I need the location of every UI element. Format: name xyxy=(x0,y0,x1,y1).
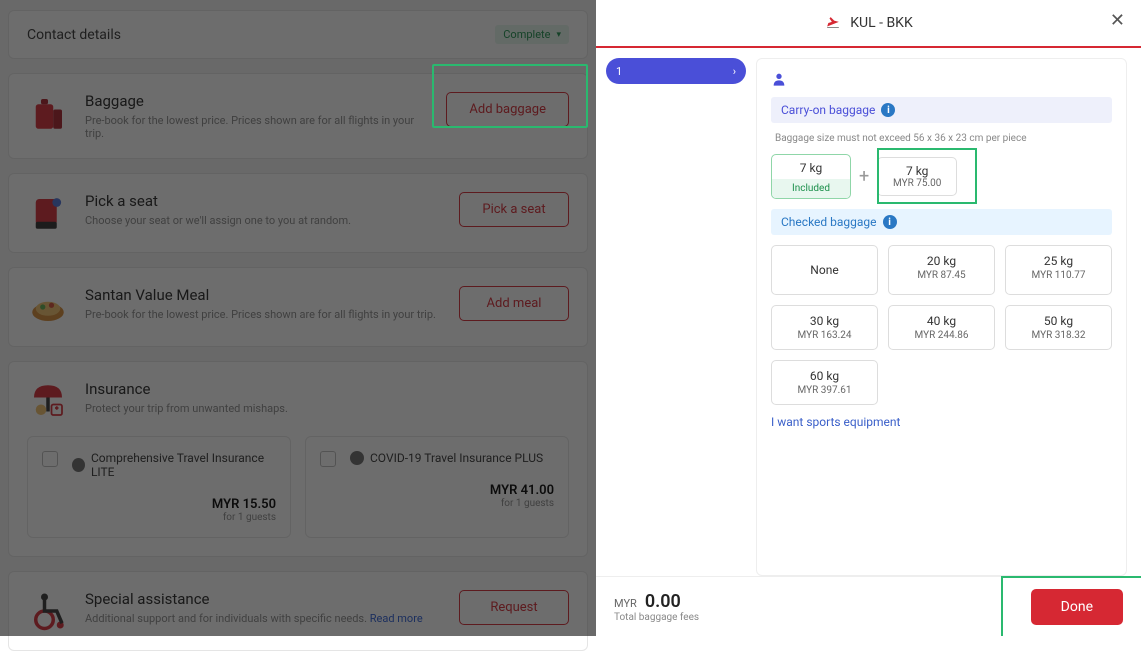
checked-options-grid: None20 kgMYR 87.4525 kgMYR 110.77 30 kgMY… xyxy=(771,245,1112,405)
carry-on-included-weight: 7 kg xyxy=(782,161,840,175)
total-currency: MYR xyxy=(614,597,637,610)
carry-on-size-hint: Baggage size must not exceed 56 x 36 x 2… xyxy=(771,133,1112,144)
done-button[interactable]: Done xyxy=(1031,589,1123,625)
carry-on-extra-price: 75.00 xyxy=(916,178,941,189)
baggage-drawer: KUL - BKK ✕ 1 › Carry-on baggage i Bagga… xyxy=(596,0,1141,636)
checked-header-label: Checked baggage xyxy=(781,215,877,229)
drawer-footer: MYR 0.00 Total baggage fees Done xyxy=(596,576,1141,636)
plus-icon: + xyxy=(859,166,869,187)
drawer-header: KUL - BKK ✕ xyxy=(596,0,1141,48)
checked-option-25kg[interactable]: 25 kgMYR 110.77 xyxy=(1005,245,1112,295)
info-icon[interactable]: i xyxy=(883,215,897,229)
checked-option-20kg[interactable]: 20 kgMYR 87.45 xyxy=(888,245,995,295)
carry-on-header-label: Carry-on baggage xyxy=(781,103,875,117)
carry-on-extra-currency: MYR xyxy=(893,178,914,189)
total-label: Total baggage fees xyxy=(614,612,699,623)
total-value: 0.00 xyxy=(645,591,681,612)
close-icon[interactable]: ✕ xyxy=(1110,10,1125,31)
baggage-options-panel: Carry-on baggage i Baggage size must not… xyxy=(756,58,1127,576)
checked-baggage-header: Checked baggage i xyxy=(771,209,1112,235)
carry-on-header: Carry-on baggage i xyxy=(771,97,1112,123)
passenger-pill-number: 1 xyxy=(616,65,622,78)
person-icon xyxy=(771,71,1112,87)
carry-on-included-tile[interactable]: 7 kg Included xyxy=(771,154,851,199)
checked-option-60kg[interactable]: 60 kgMYR 397.61 xyxy=(771,360,878,405)
plane-departure-icon xyxy=(824,16,842,30)
drawer-route-text: KUL - BKK xyxy=(850,15,913,31)
carry-on-included-label: Included xyxy=(772,179,850,198)
guide-highlight-add-baggage xyxy=(432,64,588,128)
checked-option-40kg[interactable]: 40 kgMYR 244.86 xyxy=(888,305,995,350)
carry-on-extra-tile[interactable]: 7 kg MYR 75.00 xyxy=(877,157,957,196)
chevron-right-icon: › xyxy=(733,65,736,78)
checked-option-30kg[interactable]: 30 kgMYR 163.24 xyxy=(771,305,878,350)
info-icon[interactable]: i xyxy=(881,103,895,117)
checked-option-50kg[interactable]: 50 kgMYR 318.32 xyxy=(1005,305,1112,350)
passenger-pill[interactable]: 1 › xyxy=(606,58,746,84)
sports-equipment-link[interactable]: I want sports equipment xyxy=(771,415,1112,429)
checked-option-none[interactable]: None xyxy=(771,245,878,295)
carry-on-extra-weight: 7 kg xyxy=(888,164,946,178)
